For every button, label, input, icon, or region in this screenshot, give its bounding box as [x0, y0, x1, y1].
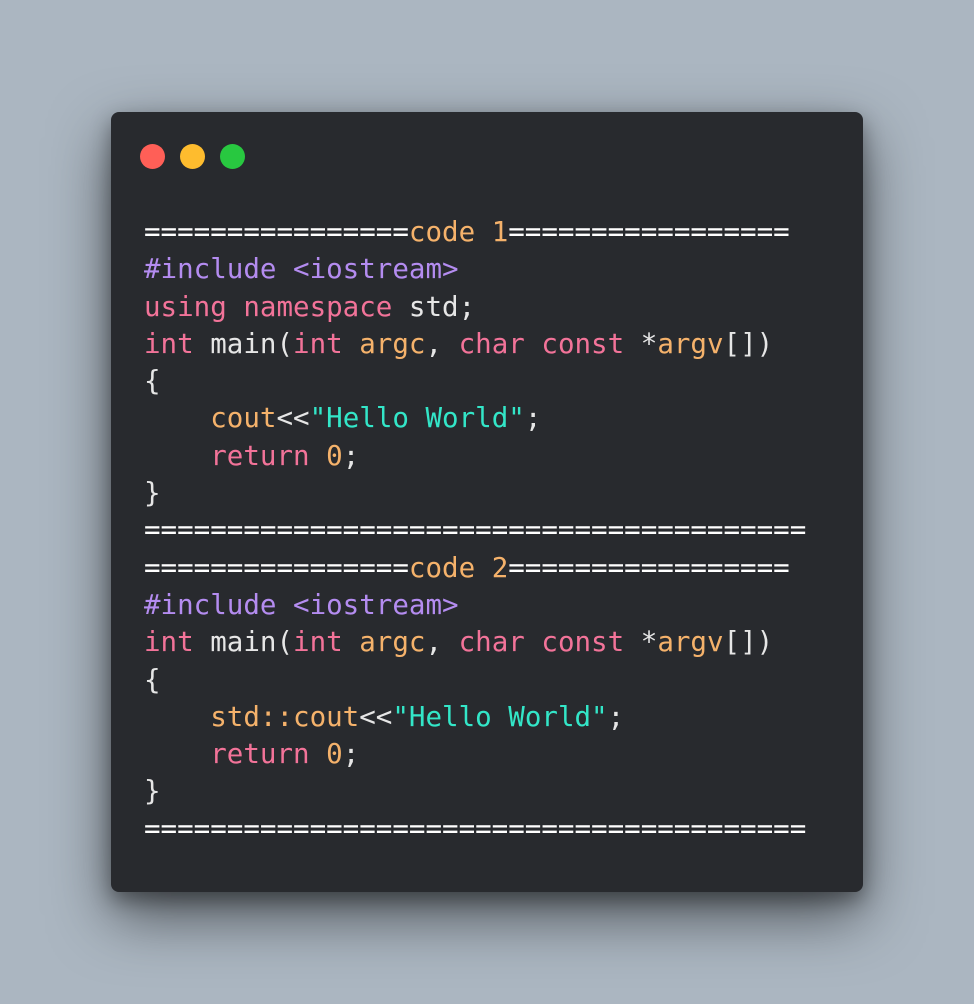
code-line: #include <iostream> [144, 251, 806, 288]
code-text: * [624, 327, 658, 360]
window-controls [140, 144, 245, 169]
keyword: char const [458, 626, 625, 659]
minimize-button[interactable] [180, 144, 205, 169]
code-text: main( [193, 626, 294, 659]
string-literal: "Hello World" [392, 700, 608, 733]
string-literal: "Hello World" [309, 402, 525, 435]
code-text: { [144, 365, 161, 398]
identifier: std::cout [210, 700, 360, 733]
code-line: } [144, 475, 806, 512]
code-text: ; [524, 402, 542, 435]
code-line: ======================================== [144, 512, 806, 549]
code-text: main( [193, 327, 294, 360]
keyword: int [144, 327, 194, 360]
code-line: { [144, 662, 806, 699]
code-line: return 0; [144, 736, 806, 773]
maximize-button[interactable] [220, 144, 245, 169]
identifier: cout [210, 402, 277, 435]
close-button[interactable] [140, 144, 165, 169]
parameter: argc [359, 626, 426, 659]
code-text: } [144, 775, 161, 808]
code-line: cout<<"Hello World"; [144, 400, 806, 437]
code-text: } [144, 477, 161, 510]
code-line: return 0; [144, 438, 806, 475]
code-line: int main(int argc, char const *argv[]) [144, 624, 806, 661]
code-text: []) [723, 626, 774, 659]
separator: ================ [144, 551, 409, 584]
number-literal: 0 [326, 439, 343, 472]
separator: ================= [508, 551, 790, 584]
parameter: argv [657, 626, 724, 659]
code-text: , [425, 626, 459, 659]
separator: ======================================== [144, 514, 807, 547]
code-line: } [144, 773, 806, 810]
preprocessor-directive: #include <iostream> [144, 253, 459, 286]
code-line: using namespace std; [144, 289, 806, 326]
code-text: << [359, 700, 393, 733]
code-line: int main(int argc, char const *argv[]) [144, 326, 806, 363]
keyword: int [293, 327, 343, 360]
section-heading: code 1 [408, 216, 509, 248]
code-line: ======================================== [144, 811, 806, 848]
code-text: << [276, 402, 310, 435]
parameter: argv [657, 327, 724, 360]
code-text: []) [723, 327, 774, 360]
number-literal: 0 [326, 738, 343, 771]
code-text: ; [607, 700, 625, 733]
separator: ================ [144, 216, 409, 248]
keyword: int [293, 626, 343, 659]
code-text: { [144, 663, 161, 696]
code-line: std::cout<<"Hello World"; [144, 699, 806, 736]
section-heading: code 2 [408, 551, 509, 584]
keyword: return [210, 738, 310, 771]
code-text: ; [342, 439, 360, 472]
preprocessor-directive: #include <iostream> [144, 588, 459, 621]
keyword: char const [458, 327, 625, 360]
code-line: ================code 2================= [144, 550, 806, 587]
separator: ================= [508, 216, 790, 248]
keyword: int [144, 626, 194, 659]
code-block: ================code 1================= #… [144, 214, 806, 848]
keyword: using namespace [144, 290, 393, 323]
code-text: , [425, 327, 459, 360]
separator: ======================================== [144, 812, 807, 845]
keyword: return [210, 439, 310, 472]
code-line: ================code 1================= [144, 214, 806, 251]
code-line: #include <iostream> [144, 587, 806, 624]
code-window: ================code 1================= #… [111, 112, 863, 892]
code-line: { [144, 363, 806, 400]
code-text: ; [342, 738, 360, 771]
parameter: argc [359, 327, 426, 360]
code-text: std; [392, 290, 476, 323]
code-text: * [624, 626, 658, 659]
